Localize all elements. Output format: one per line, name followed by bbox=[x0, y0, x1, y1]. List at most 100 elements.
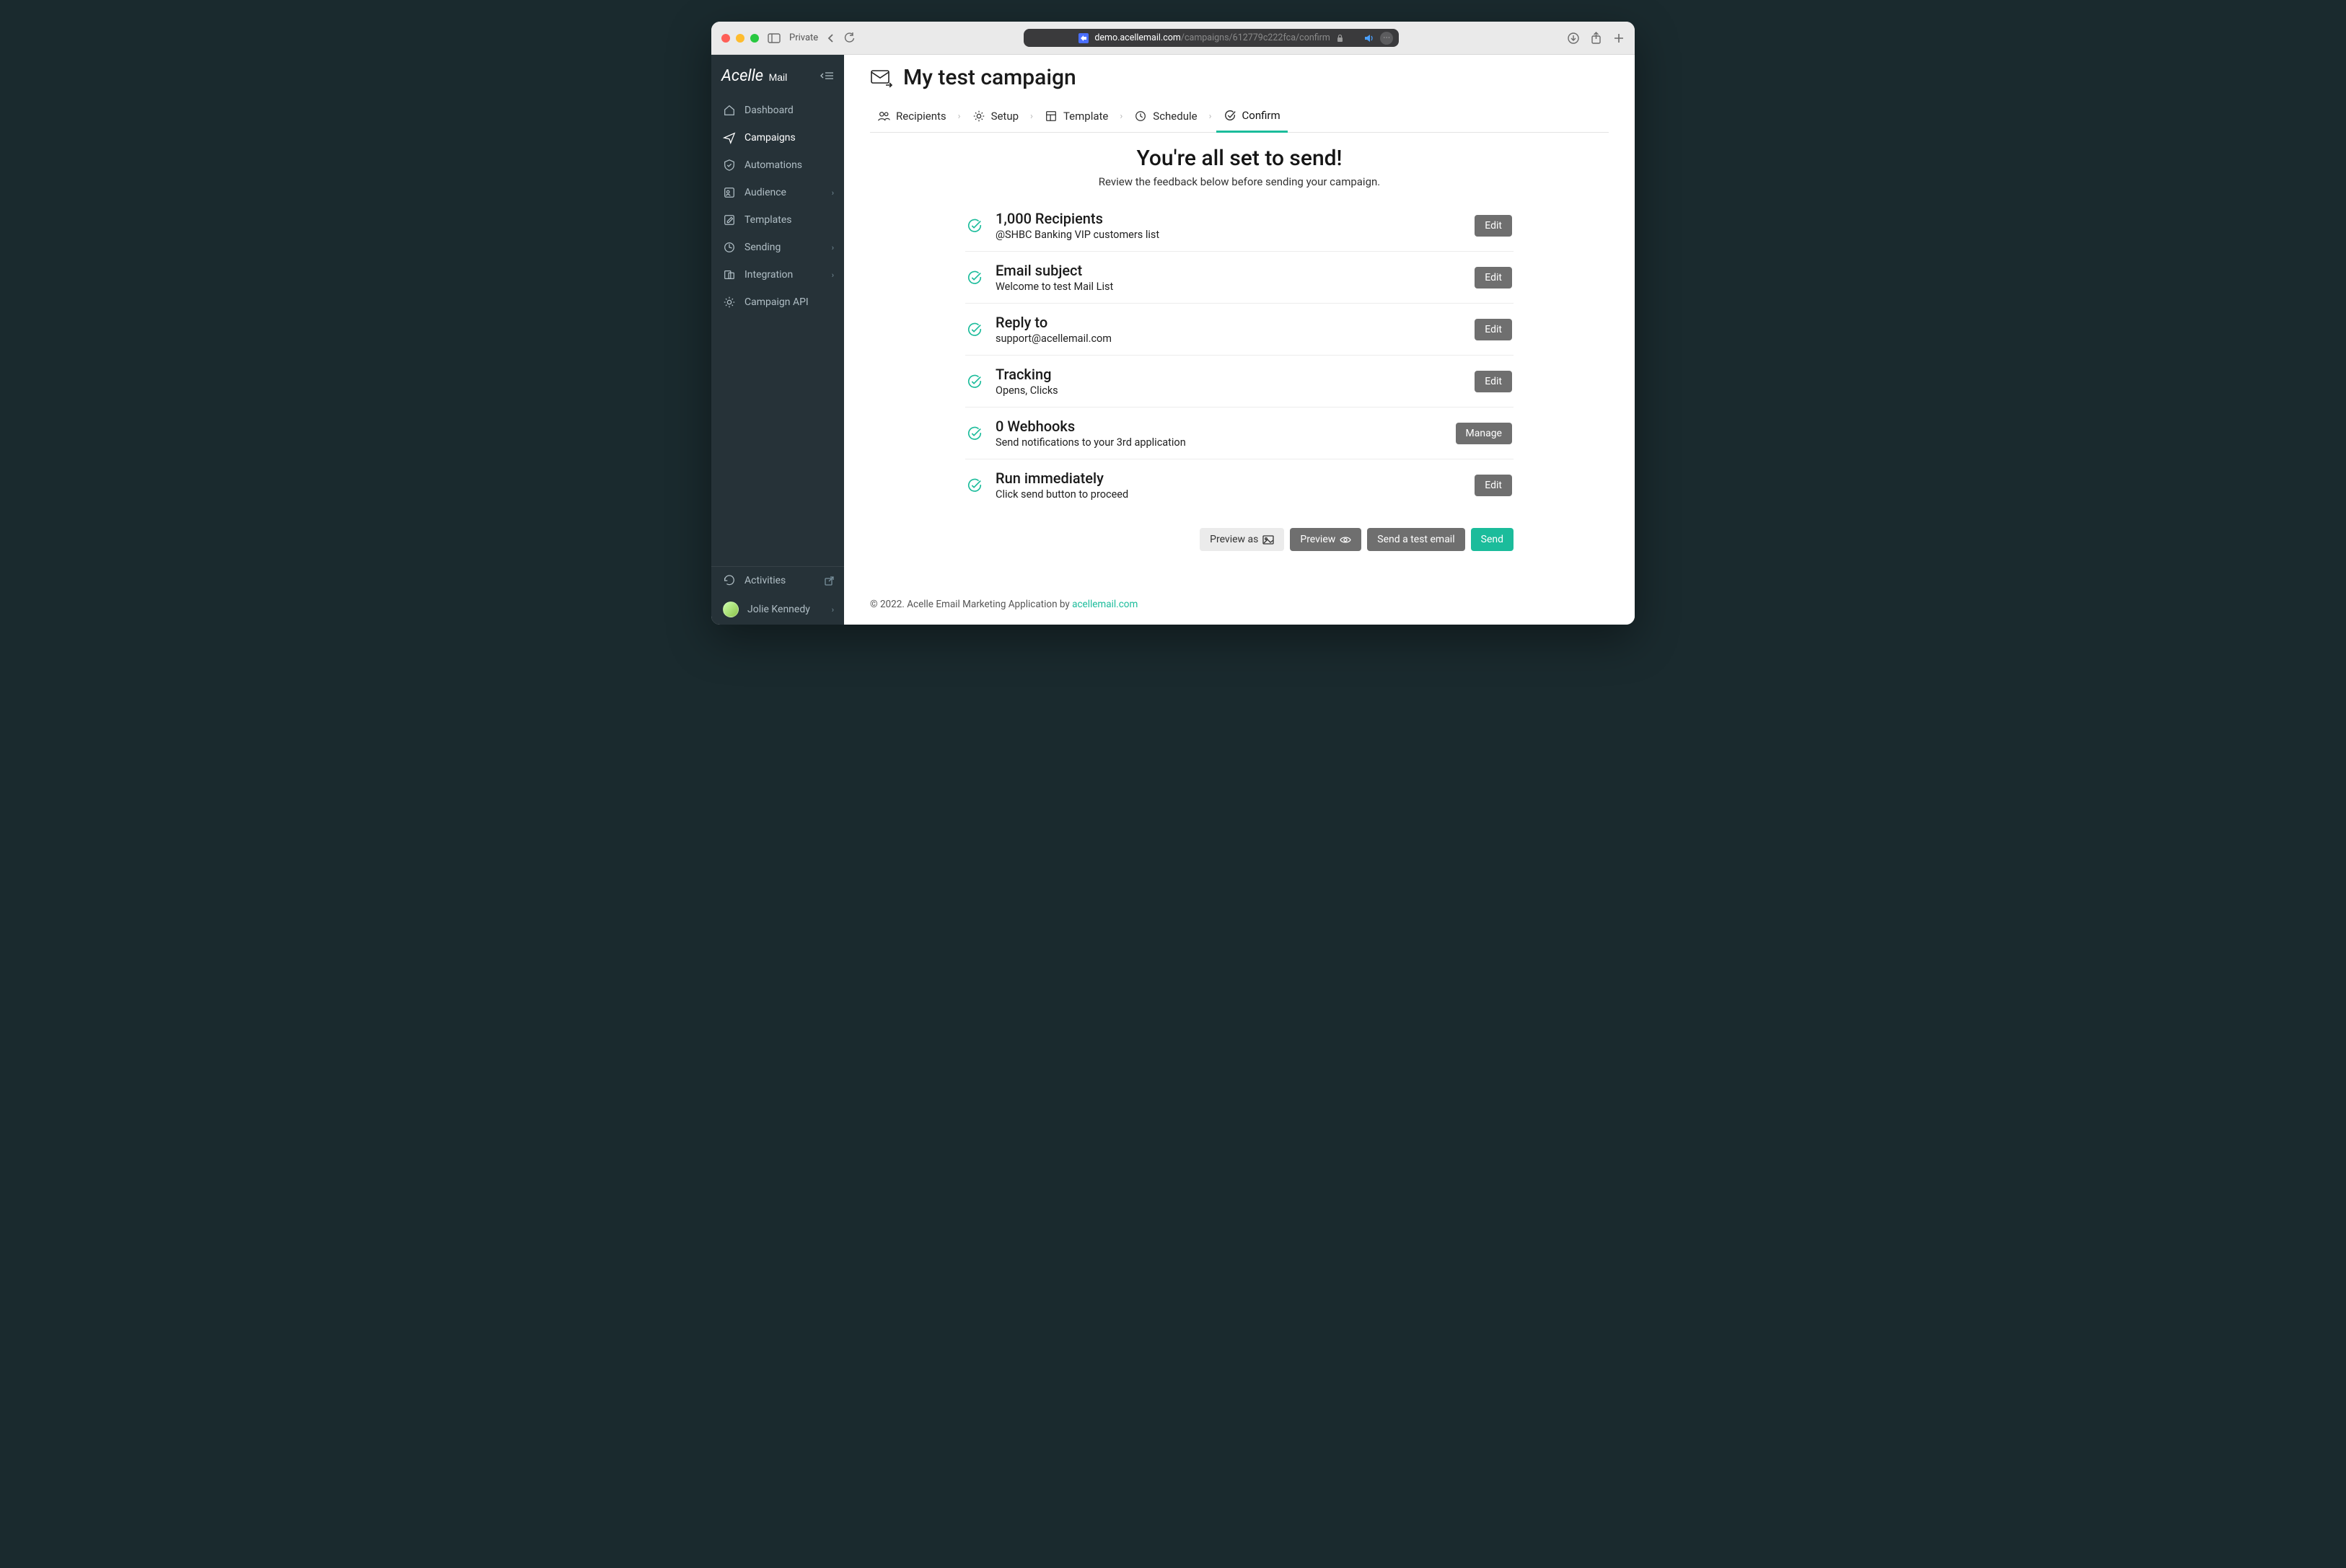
edit-icon bbox=[723, 213, 736, 226]
edit-button[interactable]: Edit bbox=[1475, 267, 1512, 289]
check-circle-icon bbox=[967, 322, 983, 338]
edit-button[interactable]: Edit bbox=[1475, 319, 1512, 340]
chevron-right-icon: › bbox=[832, 605, 834, 615]
step-schedule[interactable]: Schedule bbox=[1127, 101, 1204, 131]
maximize-window-button[interactable] bbox=[750, 34, 759, 43]
item-title: Email subject bbox=[996, 262, 1462, 279]
page-title: My test campaign bbox=[903, 65, 1076, 90]
url-bar[interactable]: demo.acellemail.com/campaigns/612779c222… bbox=[1024, 29, 1399, 47]
sound-icon[interactable] bbox=[1364, 34, 1376, 43]
check-circle-icon bbox=[1223, 109, 1236, 122]
sidebar-item-integration[interactable]: Integration › bbox=[711, 261, 844, 289]
sidebar-item-label: Integration bbox=[744, 269, 793, 281]
item-desc: Opens, Clicks bbox=[996, 384, 1462, 397]
confirm-item-recipients: 1,000 Recipients@SHBC Banking VIP custom… bbox=[965, 200, 1514, 252]
sidebar: Acelle Mail Dashboard Campaigns Automati… bbox=[711, 55, 844, 625]
external-link-icon bbox=[825, 576, 834, 586]
steps-nav: Recipients › Setup › Template › Schedule… bbox=[870, 100, 1609, 133]
eye-icon bbox=[1340, 536, 1351, 544]
browser-window: Private demo.acellemail.com/campaigns/61… bbox=[711, 22, 1635, 625]
footer-link[interactable]: acellemail.com bbox=[1072, 599, 1138, 610]
step-confirm[interactable]: Confirm bbox=[1216, 100, 1288, 133]
audience-icon bbox=[723, 186, 736, 199]
chevron-right-icon: › bbox=[1115, 111, 1127, 122]
preview-as-button[interactable]: Preview as bbox=[1200, 528, 1284, 551]
brand: Acelle Mail bbox=[711, 55, 844, 97]
sidebar-toggle-icon[interactable] bbox=[768, 33, 781, 43]
sidebar-item-campaigns[interactable]: Campaigns bbox=[711, 124, 844, 151]
action-bar: Preview as Preview Send a test email Sen… bbox=[965, 528, 1514, 551]
clock-icon bbox=[1134, 110, 1147, 123]
sidebar-item-sending[interactable]: Sending › bbox=[711, 234, 844, 261]
sidebar-item-label: Sending bbox=[744, 242, 781, 253]
collapse-sidebar-icon[interactable] bbox=[820, 71, 834, 81]
brand-name: Acelle bbox=[721, 67, 763, 85]
more-icon[interactable]: ⋯ bbox=[1380, 32, 1393, 45]
traffic-lights bbox=[721, 34, 759, 43]
item-desc: Send notifications to your 3rd applicati… bbox=[996, 436, 1443, 449]
close-window-button[interactable] bbox=[721, 34, 730, 43]
confirm-item-schedule: Run immediatelyClick send button to proc… bbox=[965, 459, 1514, 511]
item-desc: Welcome to test Mail List bbox=[996, 281, 1462, 293]
footer-text: © 2022. Acelle Email Marketing Applicati… bbox=[870, 599, 1072, 610]
reload-button[interactable] bbox=[844, 32, 855, 43]
site-favicon bbox=[1078, 33, 1089, 43]
share-icon[interactable] bbox=[1591, 32, 1602, 44]
confirm-item-tracking: TrackingOpens, Clicks Edit bbox=[965, 356, 1514, 408]
step-setup[interactable]: Setup bbox=[965, 101, 1026, 131]
sidebar-item-templates[interactable]: Templates bbox=[711, 206, 844, 234]
item-title: 0 Webhooks bbox=[996, 418, 1443, 435]
sub-headline: Review the feedback below before sending… bbox=[870, 175, 1609, 188]
url-host: demo.acellemail.com bbox=[1094, 32, 1181, 43]
history-icon bbox=[723, 574, 736, 587]
sidebar-item-dashboard[interactable]: Dashboard bbox=[711, 97, 844, 124]
back-button[interactable] bbox=[827, 33, 835, 43]
sidebar-bottom: Activities Jolie Kennedy › bbox=[711, 566, 844, 625]
edit-button[interactable]: Edit bbox=[1475, 371, 1512, 392]
user-name: Jolie Kennedy bbox=[747, 604, 810, 615]
step-label: Schedule bbox=[1153, 110, 1197, 123]
minimize-window-button[interactable] bbox=[736, 34, 744, 43]
chevron-right-icon: › bbox=[1026, 111, 1037, 122]
sidebar-item-label: Automations bbox=[744, 159, 802, 171]
integration-icon bbox=[723, 268, 736, 281]
browser-toolbar: Private demo.acellemail.com/campaigns/61… bbox=[711, 22, 1635, 55]
sending-icon bbox=[723, 241, 736, 254]
item-desc: support@acellemail.com bbox=[996, 332, 1462, 345]
avatar bbox=[723, 602, 739, 617]
sidebar-item-audience[interactable]: Audience › bbox=[711, 179, 844, 206]
step-recipients[interactable]: Recipients bbox=[870, 101, 954, 131]
gear-icon bbox=[972, 110, 985, 123]
step-label: Confirm bbox=[1242, 109, 1280, 122]
sidebar-item-campaign-api[interactable]: Campaign API bbox=[711, 289, 844, 316]
sidebar-item-activities[interactable]: Activities bbox=[711, 567, 844, 594]
edit-button[interactable]: Edit bbox=[1475, 475, 1512, 496]
home-icon bbox=[723, 104, 736, 117]
layout-icon bbox=[1045, 110, 1058, 123]
chevron-right-icon: › bbox=[832, 243, 834, 252]
new-tab-icon[interactable] bbox=[1613, 32, 1625, 44]
manage-button[interactable]: Manage bbox=[1456, 423, 1512, 444]
url-path: /campaigns/612779c222fca/confirm bbox=[1181, 32, 1330, 43]
sidebar-item-label: Audience bbox=[744, 187, 786, 198]
send-button[interactable]: Send bbox=[1471, 528, 1514, 551]
confirm-item-reply-to: Reply tosupport@acellemail.com Edit bbox=[965, 304, 1514, 356]
sidebar-item-label: Campaign API bbox=[744, 296, 809, 308]
step-template[interactable]: Template bbox=[1037, 101, 1115, 131]
preview-button[interactable]: Preview bbox=[1290, 528, 1361, 551]
sidebar-item-user[interactable]: Jolie Kennedy › bbox=[711, 594, 844, 625]
edit-button[interactable]: Edit bbox=[1475, 215, 1512, 237]
gear-icon bbox=[723, 296, 736, 309]
mail-icon bbox=[870, 69, 893, 87]
button-label: Preview as bbox=[1210, 534, 1258, 545]
download-icon[interactable] bbox=[1568, 32, 1579, 44]
chevron-right-icon: › bbox=[832, 270, 834, 280]
private-label: Private bbox=[789, 32, 818, 43]
button-label: Preview bbox=[1300, 534, 1335, 545]
sidebar-item-automations[interactable]: Automations bbox=[711, 151, 844, 179]
check-circle-icon bbox=[967, 270, 983, 286]
send-test-button[interactable]: Send a test email bbox=[1367, 528, 1464, 551]
sidebar-item-label: Templates bbox=[744, 214, 792, 226]
check-circle-icon bbox=[967, 426, 983, 441]
chevron-right-icon: › bbox=[832, 188, 834, 198]
